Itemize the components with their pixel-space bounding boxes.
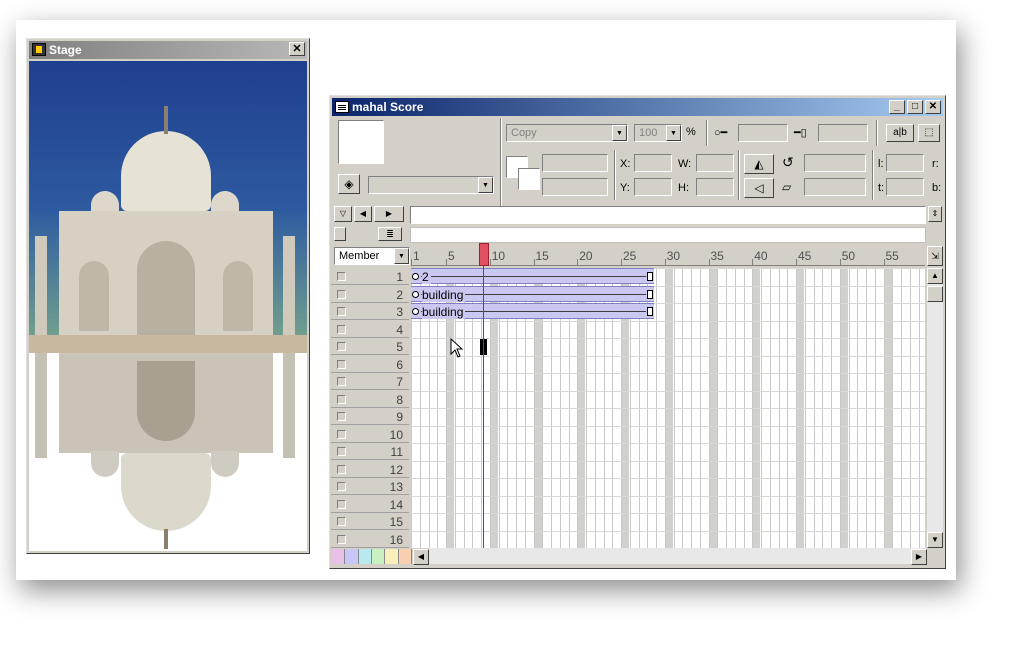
sprite-thumbnail[interactable] bbox=[338, 120, 384, 164]
skew-field[interactable] bbox=[804, 178, 866, 196]
blend-value: 100 bbox=[639, 127, 658, 139]
maximize-button[interactable]: □ bbox=[907, 100, 923, 114]
tweak-button[interactable]: a|b bbox=[886, 124, 914, 142]
score-window: mahal Score _ □ ✕ ◈ ▼ Copy ▼ 100 ▼ % ○━ … bbox=[329, 95, 946, 569]
script-channel-icon[interactable]: ≣ bbox=[378, 227, 402, 241]
taj-minaret-right bbox=[283, 236, 295, 351]
h-field[interactable] bbox=[696, 178, 734, 196]
l-field[interactable] bbox=[886, 154, 924, 172]
r-label: r: bbox=[932, 158, 939, 170]
reflection-central-arch bbox=[137, 361, 195, 441]
background-color[interactable] bbox=[518, 168, 540, 190]
chevron-down-icon[interactable]: ▼ bbox=[612, 125, 627, 141]
display-mode-select[interactable]: Member ▼ bbox=[334, 247, 410, 265]
score-window-icon bbox=[335, 101, 349, 113]
divider bbox=[614, 150, 616, 200]
x-field[interactable] bbox=[634, 154, 672, 172]
display-mode-value: Member bbox=[339, 250, 380, 262]
chevron-down-icon[interactable]: ▼ bbox=[666, 125, 681, 141]
l-label: l: bbox=[878, 158, 884, 170]
ink-value: Copy bbox=[511, 127, 537, 139]
score-title: mahal Score bbox=[352, 100, 424, 114]
taj-main-dome bbox=[121, 131, 211, 211]
taj-central-arch bbox=[137, 241, 195, 341]
start-frame-field[interactable] bbox=[738, 124, 788, 142]
t-label: t: bbox=[878, 182, 885, 194]
flip-vertical-icon[interactable]: ◁ bbox=[744, 178, 774, 198]
blend-select[interactable]: 100 ▼ bbox=[634, 124, 682, 142]
taj-platform bbox=[29, 335, 307, 353]
mouse-cursor-icon bbox=[450, 338, 464, 358]
divider bbox=[706, 120, 708, 146]
taj-arch-right bbox=[223, 261, 253, 331]
next-marker-button[interactable]: ▶ bbox=[374, 206, 404, 222]
stage-canvas[interactable] bbox=[29, 61, 307, 551]
start-frame-icon: ○━ bbox=[714, 127, 728, 139]
member-name-field[interactable]: ▼ bbox=[368, 176, 494, 194]
w-field[interactable] bbox=[696, 154, 734, 172]
b-label: b: bbox=[932, 182, 942, 194]
taj-finial bbox=[164, 106, 168, 134]
blend-unit: % bbox=[686, 126, 696, 138]
skew-icon: ▱ bbox=[782, 180, 792, 194]
flip-horizontal-icon[interactable]: ◭ bbox=[744, 154, 774, 174]
chevron-down-icon[interactable]: ▼ bbox=[394, 248, 409, 264]
rotate-icon: ↺ bbox=[782, 154, 794, 170]
stage-titlebar[interactable]: Stage ✕ bbox=[29, 41, 307, 59]
end-frame-icon: ━▯ bbox=[794, 127, 807, 139]
marker-label-field[interactable] bbox=[410, 206, 926, 224]
divider bbox=[876, 120, 878, 146]
effects-channel[interactable] bbox=[410, 227, 926, 243]
taj-minaret-left bbox=[35, 236, 47, 351]
chevron-down-icon[interactable]: ▼ bbox=[478, 177, 493, 193]
y-label: Y: bbox=[620, 182, 630, 194]
foreground-field[interactable] bbox=[542, 154, 608, 172]
reflection-finial bbox=[164, 529, 168, 549]
previous-marker-button[interactable]: ◀ bbox=[354, 206, 372, 222]
background-field[interactable] bbox=[542, 178, 608, 196]
reflection-minaret-left bbox=[35, 353, 47, 458]
ink-select[interactable]: Copy ▼ bbox=[506, 124, 628, 142]
marker-menu-icon[interactable]: ▽ bbox=[334, 206, 352, 222]
end-frame-field[interactable] bbox=[818, 124, 868, 142]
score-titlebar[interactable]: mahal Score _ □ ✕ bbox=[332, 98, 943, 116]
x-label: X: bbox=[620, 158, 631, 170]
divider bbox=[872, 150, 874, 200]
w-label: W: bbox=[678, 158, 692, 170]
stage-window: Stage ✕ bbox=[26, 38, 310, 554]
editable-button[interactable]: ⬚ bbox=[918, 124, 940, 142]
marker-scroll-icon[interactable]: ⇕ bbox=[928, 206, 942, 222]
stage-window-icon bbox=[32, 43, 46, 56]
divider bbox=[738, 150, 740, 200]
stage-close-button[interactable]: ✕ bbox=[289, 42, 305, 56]
h-label: H: bbox=[678, 182, 689, 194]
stage-title: Stage bbox=[49, 43, 82, 57]
rotation-field[interactable] bbox=[804, 154, 866, 172]
effects-toggle[interactable] bbox=[334, 227, 346, 241]
minimize-button[interactable]: _ bbox=[889, 100, 905, 114]
t-field[interactable] bbox=[886, 178, 924, 196]
reflection-minaret-right bbox=[283, 353, 295, 458]
y-field[interactable] bbox=[634, 178, 672, 196]
behavior-icon[interactable]: ◈ bbox=[338, 174, 360, 194]
taj-arch-left bbox=[79, 261, 109, 331]
close-button[interactable]: ✕ bbox=[925, 100, 941, 114]
